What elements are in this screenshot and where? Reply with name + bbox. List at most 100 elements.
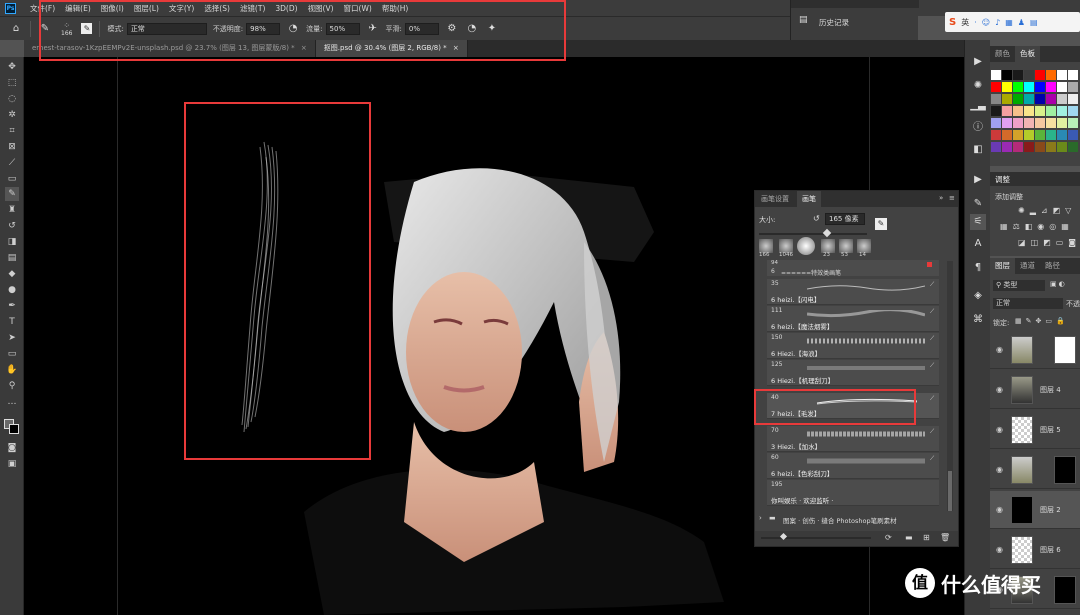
color-swatch[interactable] bbox=[1013, 118, 1023, 128]
clone-source-icon[interactable]: ⌘ bbox=[970, 312, 986, 328]
color-swatch[interactable] bbox=[1068, 142, 1078, 152]
color-swatch[interactable] bbox=[991, 70, 1001, 80]
dodge-tool-icon[interactable]: ● bbox=[5, 283, 19, 297]
brush-settings-toggle-icon[interactable]: ✎ bbox=[81, 23, 93, 34]
color-swatch[interactable] bbox=[1057, 94, 1067, 104]
color-swatch[interactable] bbox=[1013, 82, 1023, 92]
brush-item[interactable]: 150 6 Hiezi.【海浪】 ⟋ bbox=[767, 333, 939, 359]
pen-tool-icon[interactable]: ✒ bbox=[5, 299, 19, 313]
color-swatch[interactable] bbox=[1046, 142, 1056, 152]
brush-item[interactable]: 125 6 Hiezi.【机理刮刀】 ⟋ bbox=[767, 360, 939, 386]
new-brush-icon[interactable]: ⊞ bbox=[923, 533, 930, 542]
chevron-right-icon[interactable]: › bbox=[759, 514, 762, 522]
menu-view[interactable]: 视图(V) bbox=[308, 3, 334, 14]
marquee-tool-icon[interactable]: ⬚ bbox=[5, 76, 19, 90]
color-swatch[interactable] bbox=[1002, 94, 1012, 104]
color-swatch[interactable] bbox=[991, 142, 1001, 152]
color-swatch[interactable] bbox=[1002, 82, 1012, 92]
menu-3d[interactable]: 3D(D) bbox=[275, 4, 297, 13]
layer-mask-thumbnail[interactable] bbox=[1054, 576, 1076, 604]
eyedropper-icon[interactable]: ⟋ bbox=[5, 156, 19, 170]
play-icon[interactable]: ▶ bbox=[970, 172, 986, 188]
layer-row[interactable]: ◉ 图层 2 bbox=[990, 491, 1080, 529]
channel-mixer-icon[interactable]: ◎ bbox=[1049, 222, 1061, 231]
color-swatch[interactable] bbox=[1057, 130, 1067, 140]
preset-brush-tip-icon[interactable] bbox=[779, 239, 793, 253]
brightness-icon[interactable]: ✺ bbox=[1018, 206, 1030, 215]
layer-filter-select[interactable]: ⚲ 类型 bbox=[993, 280, 1045, 291]
color-swatch[interactable] bbox=[1057, 82, 1067, 92]
photoshop-logo[interactable]: Ps bbox=[5, 2, 16, 14]
visibility-eye-icon[interactable]: ◉ bbox=[996, 545, 1003, 554]
color-swatch[interactable] bbox=[1013, 94, 1023, 104]
zoom-tool-icon[interactable]: ⚲ bbox=[5, 379, 19, 393]
history-label[interactable]: 历史记录 bbox=[819, 17, 849, 28]
posterize-icon[interactable]: ◫ bbox=[1031, 238, 1044, 247]
stamp-tool-icon[interactable]: ♜ bbox=[5, 203, 19, 217]
menu-file[interactable]: 文件(F) bbox=[30, 3, 55, 14]
threshold-icon[interactable]: ◩ bbox=[1043, 238, 1056, 247]
toggle-preview-icon[interactable]: ⟳ bbox=[885, 533, 892, 542]
size-slider[interactable] bbox=[759, 228, 867, 238]
size-field[interactable]: 165 像素 bbox=[825, 213, 865, 225]
preset-brush-tip-icon[interactable] bbox=[759, 239, 773, 253]
edit-icon[interactable]: ⟋ bbox=[930, 281, 936, 288]
tab-layers[interactable]: 图层 bbox=[990, 258, 1015, 274]
brush-tool-icon[interactable]: ✎ bbox=[5, 187, 19, 201]
lookup-icon[interactable]: ▦ bbox=[1061, 222, 1074, 231]
light-icon[interactable]: ✺ bbox=[970, 78, 986, 94]
color-swatch[interactable] bbox=[991, 118, 1001, 128]
rectangle-tool-icon[interactable]: ▭ bbox=[5, 347, 19, 361]
color-swatch[interactable] bbox=[1057, 142, 1067, 152]
pressure-opacity-icon[interactable]: ◔ bbox=[286, 22, 300, 36]
color-swatch[interactable] bbox=[1046, 118, 1056, 128]
menu-layer[interactable]: 图层(L) bbox=[134, 3, 159, 14]
color-swatch[interactable] bbox=[1024, 94, 1034, 104]
lasso-tool-icon[interactable]: ◌ bbox=[5, 92, 19, 106]
brush-item[interactable]: 35 6 heizi.【闪电】 ⟋ bbox=[767, 279, 939, 305]
image-filter-icon[interactable]: ▣ bbox=[1050, 280, 1059, 288]
edit-icon[interactable]: ⟋ bbox=[930, 395, 936, 402]
visibility-eye-icon[interactable]: ◉ bbox=[996, 425, 1003, 434]
menu-image[interactable]: 图像(I) bbox=[101, 3, 124, 14]
selective-color-icon[interactable]: ◙ bbox=[1068, 238, 1080, 247]
paragraph-icon[interactable]: ¶ bbox=[970, 260, 986, 276]
color-swatch[interactable] bbox=[1046, 82, 1056, 92]
layer-mask-thumbnail[interactable] bbox=[1054, 456, 1076, 484]
menu-type[interactable]: 文字(Y) bbox=[169, 3, 194, 14]
color-swatch[interactable] bbox=[1057, 118, 1067, 128]
pressure-size-icon[interactable]: ◔ bbox=[465, 22, 479, 36]
tab-channels[interactable]: 通道 bbox=[1015, 258, 1040, 274]
histogram-icon[interactable]: ▁▃ bbox=[970, 98, 986, 114]
menu-select[interactable]: 选择(S) bbox=[204, 3, 230, 14]
color-swatch[interactable] bbox=[1002, 130, 1012, 140]
preview-size-slider[interactable] bbox=[761, 537, 871, 539]
color-swatch[interactable] bbox=[991, 106, 1001, 116]
color-swatch[interactable] bbox=[1046, 70, 1056, 80]
emoji-icon[interactable]: ☺ bbox=[982, 18, 990, 27]
brush-item[interactable]: 60 6 heizi.【色彩刮刀】 ⟋ bbox=[767, 453, 939, 479]
path-select-icon[interactable]: ➤ bbox=[5, 331, 19, 345]
layer-thumbnail[interactable] bbox=[1011, 416, 1033, 444]
color-swatch[interactable] bbox=[1035, 142, 1045, 152]
hand-tool-icon[interactable]: ✋ bbox=[5, 363, 19, 377]
crop-tool-icon[interactable]: ⌗ bbox=[5, 124, 19, 138]
layer-thumbnail[interactable] bbox=[1011, 456, 1033, 484]
color-swatch[interactable] bbox=[1046, 94, 1056, 104]
gradient-tool-icon[interactable]: ▤ bbox=[5, 251, 19, 265]
cube-icon[interactable]: ◈ bbox=[970, 288, 986, 304]
tab-color[interactable]: 颜色 bbox=[990, 46, 1015, 62]
gear-icon[interactable]: ⚙ bbox=[445, 22, 459, 36]
color-swatch[interactable] bbox=[1002, 106, 1012, 116]
color-swatch[interactable] bbox=[1057, 106, 1067, 116]
panel-menu-icon[interactable]: ≡ bbox=[949, 194, 955, 202]
smoothing-field[interactable]: 0% bbox=[404, 22, 439, 35]
new-group-icon[interactable]: ▬ bbox=[905, 533, 913, 542]
color-swatch[interactable] bbox=[1068, 106, 1078, 116]
layer-mask-thumbnail[interactable] bbox=[1054, 336, 1076, 364]
color-swatch[interactable] bbox=[991, 130, 1001, 140]
hsl-icon[interactable]: ▦ bbox=[1000, 222, 1013, 231]
eraser-icon[interactable]: ◨ bbox=[5, 235, 19, 249]
brush-folder[interactable]: › ▬ 图案 · 创伤 · 缝合 Photoshop笔刷素材 bbox=[759, 513, 954, 527]
edit-icon[interactable]: ⟋ bbox=[930, 455, 936, 462]
